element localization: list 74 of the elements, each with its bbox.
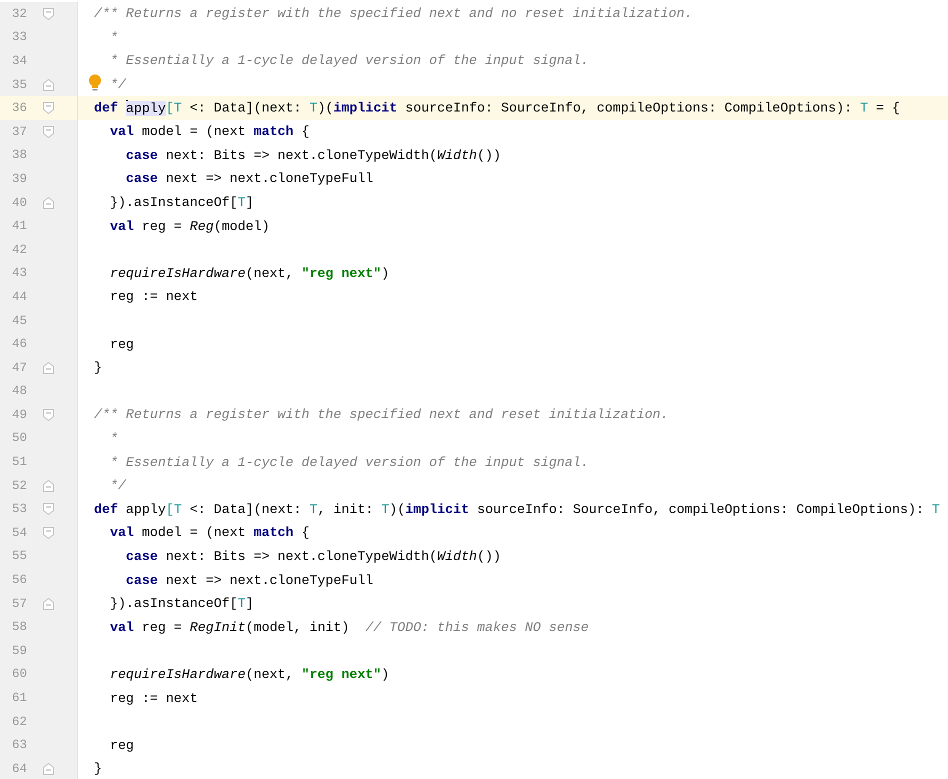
- code-line: case next: Bits => next.cloneTypeWidth(Width()): [124, 548, 501, 564]
- code-line: val reg = RegInit(model, init) // TODO: this makes NO sense: [108, 620, 589, 635]
- code-line: }).asInstanceOf[T]: [108, 596, 254, 612]
- fold-marker-icon[interactable]: [42, 8, 54, 20]
- fold-marker-icon[interactable]: [42, 480, 54, 492]
- fold-marker-icon[interactable]: [42, 102, 54, 114]
- line-number: 42: [10, 242, 27, 257]
- line-number: 60: [10, 667, 27, 682]
- line-number: 40: [10, 196, 27, 210]
- code-line: val reg = Reg(model): [108, 218, 270, 234]
- code-line: */: [108, 77, 126, 92]
- fold-marker-icon[interactable]: [42, 408, 54, 421]
- line-number: 56: [10, 573, 27, 588]
- line-number: 32: [10, 6, 27, 21]
- lightbulb-icon[interactable]: [88, 74, 102, 92]
- line-number: 38: [10, 148, 27, 162]
- line-number: 41: [10, 219, 27, 234]
- line-number: 34: [10, 54, 27, 68]
- line-number: 39: [10, 172, 27, 186]
- code-line: def apply[T <: Data](next: T, init: T)(implicit sourceInfo: SourceInfo, compileOptions: CompileOptions): T: [94, 502, 940, 517]
- line-number: 55: [10, 549, 27, 564]
- code-line: case next => next.cloneTypeFull: [124, 572, 374, 588]
- code-line: case next => next.cloneTypeFull: [124, 171, 374, 186]
- code-line: }).asInstanceOf[T]: [108, 195, 254, 210]
- code-line: */: [108, 478, 126, 494]
- line-number: 37: [10, 124, 27, 139]
- code-line: *: [108, 430, 118, 446]
- fold-marker-icon[interactable]: [42, 503, 54, 516]
- line-number: 64: [10, 762, 27, 776]
- line-number: 63: [10, 738, 27, 752]
- code-line: reg := next: [108, 690, 198, 706]
- line-number: 50: [10, 431, 27, 446]
- code-line: case next: Bits => next.cloneTypeWidth(Width()): [124, 148, 501, 163]
- line-number: 53: [10, 502, 27, 516]
- fold-marker-icon[interactable]: [42, 362, 54, 374]
- line-number: 45: [10, 314, 27, 328]
- line-number: 33: [10, 30, 27, 44]
- code-line: val model = (next match {: [108, 525, 310, 540]
- code-line: *: [108, 30, 118, 45]
- code-line: /** Returns a register with the specified next and reset initialization.: [94, 407, 669, 422]
- code-line: * Essentially a 1-cycle delayed version of the input signal.: [108, 454, 589, 470]
- code-line: requireIsHardware(next, "reg next"): [108, 266, 390, 281]
- fold-marker-icon[interactable]: [42, 78, 54, 91]
- line-number: 43: [10, 266, 27, 280]
- line-number: 51: [10, 455, 27, 470]
- line-number: 35: [10, 78, 27, 92]
- code-line: reg: [108, 738, 134, 753]
- code-line: reg := next: [108, 289, 198, 304]
- code-line: }: [94, 360, 102, 376]
- code-line: reg: [108, 336, 134, 352]
- line-number: 52: [10, 478, 27, 493]
- code-line: def apply[T <: Data](next: T)(implicit sourceInfo: SourceInfo, compileOptions: CompileOptions): T = {: [94, 100, 900, 116]
- code-line: }: [94, 761, 102, 776]
- fold-marker-icon[interactable]: [42, 126, 54, 138]
- line-number: 36: [10, 101, 27, 116]
- line-number: 57: [10, 596, 27, 611]
- line-number: 62: [10, 714, 27, 729]
- fold-marker-icon[interactable]: [42, 196, 54, 209]
- line-number: 44: [10, 290, 27, 304]
- line-number: 47: [10, 360, 27, 375]
- code-line: requireIsHardware(next, "reg next"): [108, 666, 390, 682]
- line-number: 49: [10, 408, 27, 422]
- code-line: * Essentially a 1-cycle delayed version of the input signal.: [108, 53, 589, 68]
- line-number: 61: [10, 691, 27, 706]
- fold-marker-icon[interactable]: [42, 598, 54, 610]
- fold-marker-icon[interactable]: [42, 526, 54, 539]
- line-number: 48: [10, 384, 27, 398]
- code-line: /** Returns a register with the specified next and no reset initialization.: [94, 6, 692, 22]
- line-number: 59: [10, 644, 27, 658]
- line-number: 54: [10, 526, 27, 540]
- line-number: 46: [10, 337, 27, 352]
- line-number: 58: [10, 620, 27, 634]
- code-line: val model = (next match {: [108, 124, 310, 140]
- fold-marker-icon[interactable]: [42, 762, 54, 775]
